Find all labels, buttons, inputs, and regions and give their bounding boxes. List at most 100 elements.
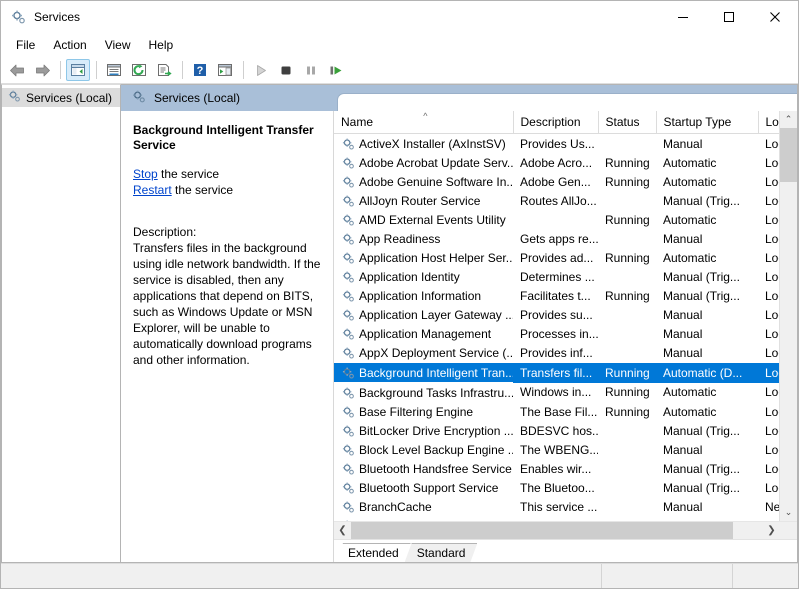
show-action-pane-icon[interactable]: [213, 59, 237, 81]
table-row[interactable]: AMD External Events UtilityRunningAutoma…: [334, 210, 779, 229]
tab-standard[interactable]: Standard: [405, 543, 478, 562]
forward-arrow-icon[interactable]: [30, 59, 54, 81]
cell-startup-type: Automatic: [656, 153, 758, 172]
cell-description: The WBENG...: [513, 440, 598, 459]
start-service-icon[interactable]: [249, 59, 273, 81]
cell-status: Running: [598, 402, 656, 421]
table-row[interactable]: BranchCacheThis service ...ManualNet: [334, 497, 779, 516]
cell-status: Running: [598, 363, 656, 383]
description-label: Description:: [133, 224, 323, 240]
title-bar: Services: [1, 1, 798, 33]
pause-service-icon[interactable]: [299, 59, 323, 81]
table-row[interactable]: Application ManagementProcesses in...Man…: [334, 324, 779, 343]
pane-header: Services (Local): [121, 85, 797, 111]
cell-status: [598, 305, 656, 324]
table-row[interactable]: Base Filtering EngineThe Base Fil...Runn…: [334, 402, 779, 421]
cell-status: Running: [598, 172, 656, 191]
tree-item-services-local[interactable]: Services (Local): [2, 88, 120, 107]
service-name-label: Application Identity: [359, 270, 460, 284]
vertical-scroll-thumb[interactable]: [780, 128, 797, 182]
restart-service-link[interactable]: Restart: [133, 183, 172, 197]
table-row[interactable]: AppX Deployment Service (...Provides inf…: [334, 343, 779, 363]
table-row[interactable]: Bluetooth Handsfree ServiceEnables wir..…: [334, 459, 779, 478]
horizontal-scroll-thumb[interactable]: [351, 522, 733, 539]
column-header-status[interactable]: Status: [598, 111, 656, 134]
table-row[interactable]: Background Tasks Infrastru...Windows in.…: [334, 383, 779, 403]
table-row[interactable]: Block Level Backup Engine ...The WBENG..…: [334, 440, 779, 459]
back-arrow-icon[interactable]: [5, 59, 29, 81]
service-gear-icon: [341, 365, 359, 379]
horizontal-scrollbar[interactable]: ❮ ❯: [334, 521, 797, 539]
export-list-icon[interactable]: [152, 59, 176, 81]
cell-description: BDESVC hos...: [513, 421, 598, 440]
cell-description: Provides ad...: [513, 248, 598, 267]
table-row[interactable]: AllJoyn Router ServiceRoutes AllJo...Man…: [334, 191, 779, 210]
tab-extended[interactable]: Extended: [336, 543, 411, 562]
service-gear-icon: [341, 499, 359, 513]
cell-service-name: Application Layer Gateway ...: [334, 305, 513, 324]
vertical-scrollbar[interactable]: ⌃ ⌄: [779, 111, 797, 521]
cell-startup-type: Manual (Trig...: [656, 421, 758, 440]
table-row[interactable]: Adobe Acrobat Update Serv...Adobe Acro..…: [334, 153, 779, 172]
column-header-description[interactable]: Description: [513, 111, 598, 134]
cell-logon-as: Loc: [758, 172, 779, 191]
table-row[interactable]: ActiveX Installer (AxInstSV)Provides Us.…: [334, 134, 779, 154]
table-row[interactable]: Bluetooth Support ServiceThe Bluetoo...M…: [334, 478, 779, 497]
cell-status: [598, 343, 656, 363]
tree-item-label: Services (Local): [26, 91, 112, 105]
help-icon[interactable]: ?: [188, 59, 212, 81]
menu-action[interactable]: Action: [44, 35, 95, 55]
services-gear-icon: [10, 9, 26, 25]
scroll-down-icon[interactable]: ⌄: [780, 504, 797, 521]
restart-service-icon[interactable]: [324, 59, 348, 81]
scroll-right-icon[interactable]: ❯: [763, 522, 780, 539]
service-name-label: Bluetooth Support Service: [359, 481, 498, 495]
table-row[interactable]: BitLocker Drive Encryption ...BDESVC hos…: [334, 421, 779, 440]
cell-status: Running: [598, 383, 656, 403]
menu-file[interactable]: File: [7, 35, 44, 55]
vertical-scroll-track[interactable]: [780, 128, 797, 504]
table-row[interactable]: Application Host Helper Ser...Provides a…: [334, 248, 779, 267]
service-name-label: Background Tasks Infrastru...: [359, 386, 513, 400]
maximize-button[interactable]: [706, 1, 752, 33]
toolbar-separator: [243, 61, 244, 79]
service-gear-icon: [341, 423, 359, 437]
column-header-logon-as[interactable]: Log: [758, 111, 779, 134]
cell-service-name: Bluetooth Handsfree Service: [334, 459, 513, 478]
table-row[interactable]: Application IdentityDetermines ...Manual…: [334, 267, 779, 286]
scroll-up-icon[interactable]: ⌃: [780, 111, 797, 128]
cell-startup-type: Manual: [656, 497, 758, 516]
column-header-name[interactable]: ^ Name: [334, 111, 513, 134]
toolbar-separator: [96, 61, 97, 79]
service-gear-icon: [341, 345, 359, 359]
properties-icon[interactable]: [102, 59, 126, 81]
horizontal-scroll-track[interactable]: [351, 522, 763, 539]
cell-description: Gets apps re...: [513, 229, 598, 248]
service-gear-icon: [341, 193, 359, 207]
cell-logon-as: Loc: [758, 440, 779, 459]
cell-startup-type: Automatic (D...: [656, 363, 758, 383]
stop-service-link[interactable]: Stop: [133, 167, 158, 181]
cell-logon-as: Loc: [758, 363, 779, 383]
cell-description: The Base Fil...: [513, 402, 598, 421]
stop-service-icon[interactable]: [274, 59, 298, 81]
table-row[interactable]: Background Intelligent Tran...Transfers …: [334, 363, 779, 383]
menu-help[interactable]: Help: [140, 35, 183, 55]
service-name-label: Background Intelligent Tran...: [359, 366, 513, 380]
cell-description: Provides su...: [513, 305, 598, 324]
table-row[interactable]: Application Layer Gateway ...Provides su…: [334, 305, 779, 324]
table-row[interactable]: App ReadinessGets apps re...ManualLoc: [334, 229, 779, 248]
close-button[interactable]: [752, 1, 798, 33]
refresh-icon[interactable]: [127, 59, 151, 81]
scroll-left-icon[interactable]: ❮: [334, 522, 351, 539]
cell-startup-type: Manual (Trig...: [656, 478, 758, 497]
table-row[interactable]: Adobe Genuine Software In...Adobe Gen...…: [334, 172, 779, 191]
service-name-label: AppX Deployment Service (...: [359, 346, 513, 360]
column-header-startup-type[interactable]: Startup Type: [656, 111, 758, 134]
main-body: Services (Local): [1, 84, 798, 563]
show-hide-console-tree-icon[interactable]: [66, 59, 90, 81]
table-row[interactable]: Application InformationFacilitates t...R…: [334, 286, 779, 305]
minimize-button[interactable]: [660, 1, 706, 33]
cell-startup-type: Automatic: [656, 172, 758, 191]
menu-view[interactable]: View: [96, 35, 140, 55]
